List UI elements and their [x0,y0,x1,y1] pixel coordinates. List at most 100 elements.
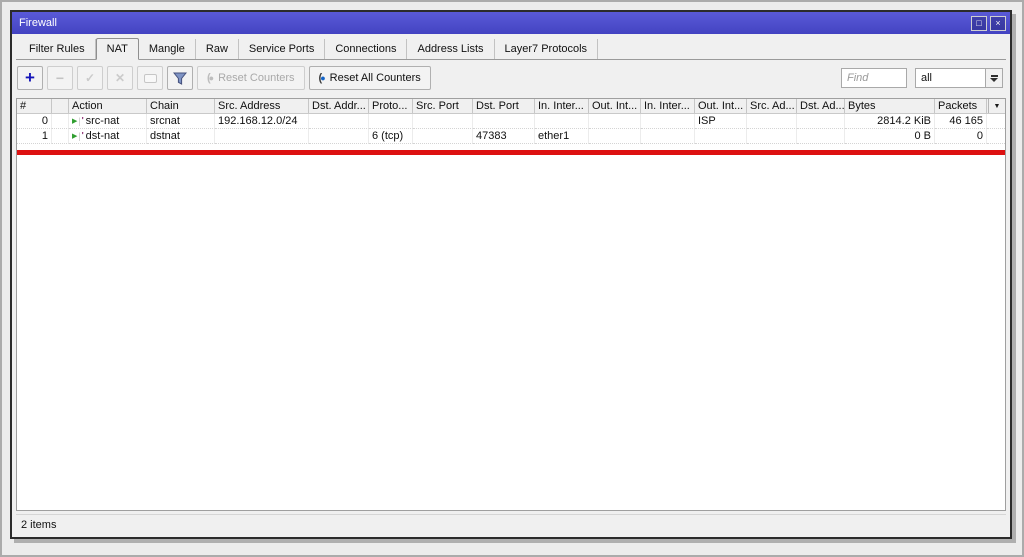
column-header-action[interactable]: Action [69,99,147,113]
close-button[interactable]: × [990,15,1006,31]
cell-in-interface [535,114,589,129]
dropdown-icon [990,74,998,77]
cell-action: ▶ | ' dst-nat [69,129,147,144]
column-header-protocol[interactable]: Proto... [369,99,413,113]
comment-button[interactable] [137,66,163,90]
action-separator: | [78,115,81,126]
cell-chain: srcnat [147,114,215,129]
column-header-bytes[interactable]: Bytes [845,99,935,113]
tab-address-lists[interactable]: Address Lists [407,39,495,59]
tab-layer7-protocols[interactable]: Layer7 Protocols [495,39,599,59]
column-header-in-interface-list[interactable]: In. Inter... [641,99,695,113]
column-header-src-address-list[interactable]: Src. Ad... [747,99,797,113]
tab-mangle[interactable]: Mangle [139,39,196,59]
action-separator: | [78,130,81,141]
enable-button[interactable]: ✓ [77,66,103,90]
add-button[interactable]: + [17,66,43,90]
maximize-button[interactable]: □ [971,15,987,31]
column-header-number[interactable]: # [17,99,52,113]
cell-dst-address [309,129,369,144]
reset-counters-button[interactable]: (● Reset Counters [197,66,305,90]
cell-out-interface [589,114,641,129]
cell-protocol [369,114,413,129]
tab-nat[interactable]: NAT [95,38,139,60]
column-header-src-port[interactable]: Src. Port [413,99,473,113]
item-count: 2 items [21,518,57,531]
filter-scope-value: all [921,72,933,84]
tab-raw[interactable]: Raw [196,39,239,59]
nat-rules-table[interactable]: # Action Chain Src. Address Dst. Addr...… [16,98,1006,511]
comment-icon [143,73,157,83]
cell-src-port [413,129,473,144]
tab-filter-rules[interactable]: Filter Rules [19,39,96,59]
column-selector-button[interactable]: ▼ [988,99,1005,113]
cell-bytes: 2814.2 KiB [845,114,935,129]
nat-action-icon: ' [81,116,84,125]
titlebar[interactable]: Firewall □ × [12,12,1010,34]
toolbar: + − ✓ ✕ (● Reset Counters (● Reset All… [17,65,1005,91]
column-header-dst-port[interactable]: Dst. Port [473,99,535,113]
cell-number: 0 [17,114,52,129]
x-icon: ✕ [114,71,126,85]
window-controls: □ × [971,15,1006,31]
disable-button[interactable]: ✕ [107,66,133,90]
filter-scope-select[interactable]: all [915,68,1003,88]
cell-src-address [215,129,309,144]
column-header-in-interface[interactable]: In. Inter... [535,99,589,113]
cell-packets: 0 [935,129,987,144]
column-header-out-interface-list[interactable]: Out. Int... [695,99,747,113]
cell-out-interface-list: ISP [695,114,747,129]
cell-src-port [413,114,473,129]
action-label: dst-nat [85,129,120,142]
cell-src-address: 192.168.12.0/24 [215,114,309,129]
filter-button[interactable] [167,66,193,90]
column-header-dst-address[interactable]: Dst. Addr... [309,99,369,113]
window-title: Firewall [19,17,57,29]
column-header-flags[interactable] [52,99,69,113]
cell-out-interface [589,129,641,144]
cell-in-interface: ether1 [535,129,589,144]
reset-all-counters-label: Reset All Counters [329,72,421,84]
rule-enabled-icon: ▶ [72,117,78,125]
cell-dst-port: 47383 [473,129,535,144]
cell-src-address-list [747,114,797,129]
column-header-out-interface[interactable]: Out. Int... [589,99,641,113]
cell-filler [987,114,1005,129]
screen: Firewall □ × Filter Rules NAT Mangle Raw… [0,0,1024,557]
reset-counters-label: Reset Counters [218,72,295,84]
tab-connections[interactable]: Connections [325,39,408,59]
cell-bytes: 0 B [845,129,935,144]
cell-dst-address [309,114,369,129]
table-row[interactable]: 1 ▶ | ' dst-nat dstnat 6 (tcp) 47383 eth… [17,129,1005,144]
cell-dst-address-list [797,129,845,144]
funnel-icon [173,72,187,85]
nat-action-icon: ' [81,131,84,140]
find-input[interactable] [841,68,907,88]
cell-flags [52,114,69,129]
reset-all-counters-button[interactable]: (● Reset All Counters [308,66,431,90]
reset-counters-icon: (● [207,72,214,84]
firewall-window: Firewall □ × Filter Rules NAT Mangle Raw… [10,10,1012,539]
cell-dst-port [473,114,535,129]
column-header-dst-address-list[interactable]: Dst. Ad... [797,99,845,113]
cell-out-interface-list [695,129,747,144]
status-bar: 2 items [16,514,1006,533]
cell-filler [987,129,1005,144]
cell-in-interface-list [641,114,695,129]
rule-enabled-icon: ▶ [72,132,78,140]
tab-service-ports[interactable]: Service Ports [239,39,326,59]
empty-list-area[interactable] [17,155,1005,510]
reset-all-counters-icon: (● [318,72,326,84]
minus-icon: − [55,70,65,86]
column-header-chain[interactable]: Chain [147,99,215,113]
cell-packets: 46 165 [935,114,987,129]
cell-dst-address-list [797,114,845,129]
cell-action: ▶ | ' src-nat [69,114,147,129]
column-header-packets[interactable]: Packets [935,99,987,113]
table-row[interactable]: 0 ▶ | ' src-nat srcnat 192.168.12.0/24 I… [17,114,1005,129]
cell-number: 1 [17,129,52,144]
column-header-src-address[interactable]: Src. Address [215,99,309,113]
dropdown-button[interactable] [985,69,1002,87]
check-icon: ✓ [84,71,96,85]
remove-button[interactable]: − [47,66,73,90]
